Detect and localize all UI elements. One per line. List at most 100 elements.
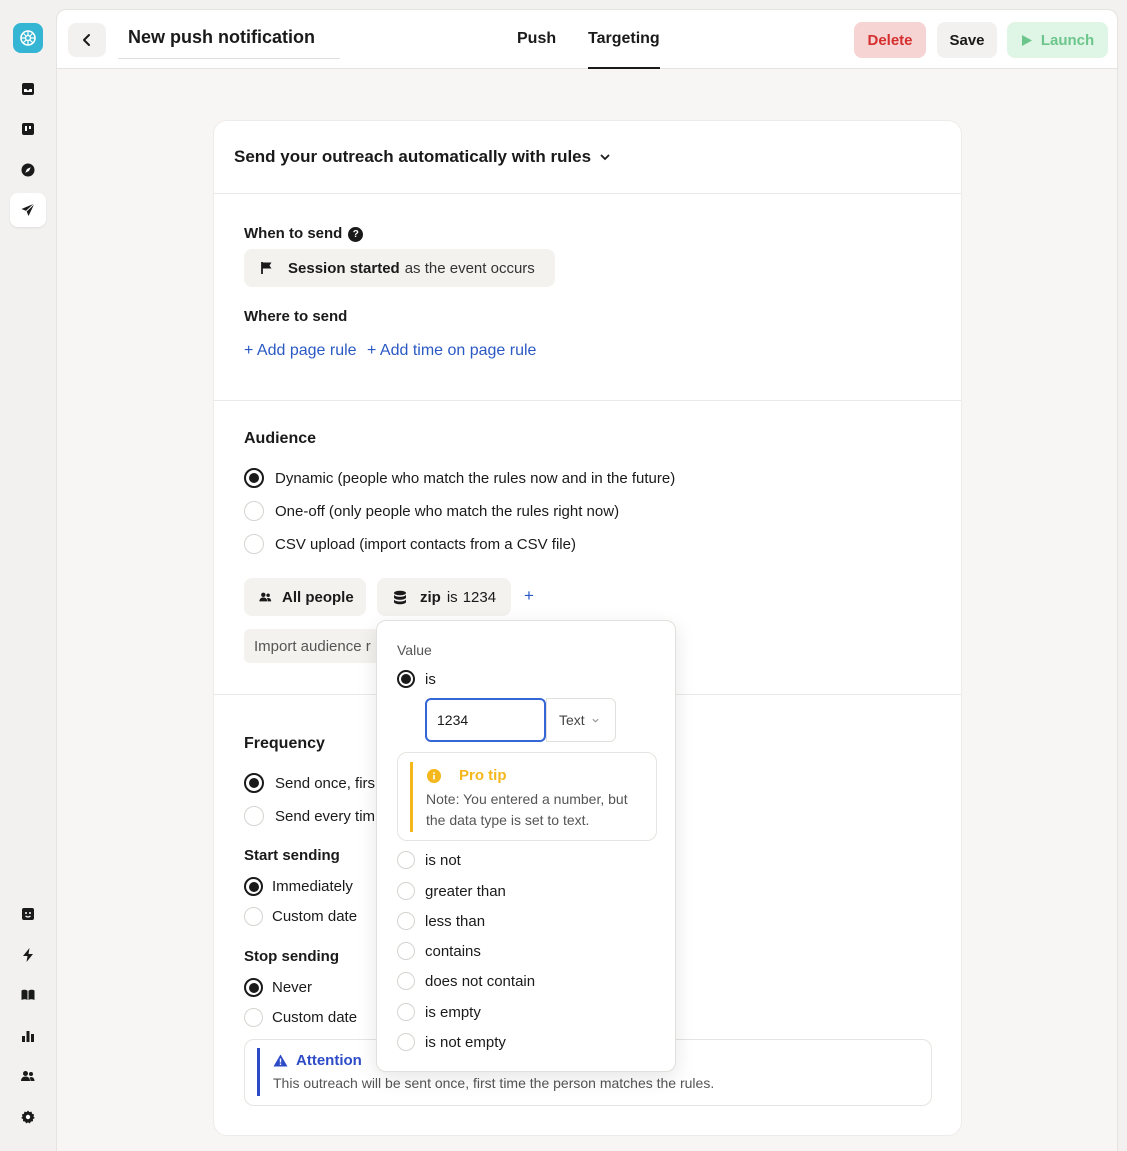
chat-icon[interactable] [10, 897, 46, 931]
audience-option-dynamic[interactable]: Dynamic (people who match the rules now … [244, 468, 675, 488]
radio-button[interactable] [397, 1033, 415, 1051]
radio-button[interactable] [244, 806, 264, 826]
zip-rule-pill[interactable]: zip is 1234 [377, 578, 511, 616]
event-trigger-pill[interactable]: Session started as the event occurs [244, 249, 555, 287]
start-sending-label: Start sending [244, 847, 340, 864]
launch-button[interactable]: Launch [1007, 22, 1108, 58]
chevron-down-icon [592, 718, 599, 723]
radio-button[interactable] [397, 912, 415, 930]
top-bar: New push notification Push Targeting Del… [57, 10, 1117, 69]
help-icon[interactable]: ? [348, 227, 364, 242]
attention-accent-bar [257, 1048, 260, 1096]
data-type-value: Text [559, 712, 585, 728]
info-icon [427, 768, 441, 783]
operator-option-contains[interactable]: contains [397, 942, 481, 960]
operator-option-is-not-empty[interactable]: is not empty [397, 1033, 506, 1051]
radio-button[interactable] [244, 468, 264, 488]
page-title[interactable]: New push notification [118, 24, 340, 50]
operator-option-greater-than[interactable]: greater than [397, 882, 506, 900]
when-to-send-label: When to send? [244, 225, 364, 242]
radio-button[interactable] [244, 1008, 263, 1027]
radio-button[interactable] [244, 907, 263, 926]
launch-label: Launch [1040, 31, 1095, 49]
radio-button[interactable] [244, 978, 263, 997]
attention-title: Attention [273, 1052, 362, 1069]
radio-button[interactable] [244, 534, 264, 554]
operator-label: is not empty [425, 1033, 506, 1051]
start-option-immediately[interactable]: Immediately [244, 877, 353, 896]
send-icon[interactable] [10, 193, 46, 227]
radio-button[interactable] [397, 851, 415, 869]
start-option-custom[interactable]: Custom date [244, 907, 357, 926]
value-input[interactable]: 1234 [425, 698, 546, 742]
play-icon [1021, 34, 1032, 46]
operator-label: is not [425, 851, 461, 869]
add-rule-button[interactable]: + [524, 586, 534, 606]
tab-targeting[interactable]: Targeting [588, 30, 660, 69]
frequency-option-every[interactable]: Send every tim [244, 806, 375, 826]
start-option-label: Custom date [272, 908, 358, 925]
delete-button[interactable]: Delete [854, 22, 926, 58]
book-icon[interactable] [10, 978, 46, 1012]
back-button[interactable] [68, 23, 106, 57]
operator-label: is empty [425, 1003, 481, 1021]
title-field[interactable]: New push notification [118, 24, 340, 59]
operator-option-does-not-contain[interactable]: does not contain [397, 972, 535, 990]
radio-button[interactable] [397, 882, 415, 900]
radio-button[interactable] [244, 501, 264, 521]
operator-label: is [425, 670, 436, 688]
audience-label: Audience [244, 430, 317, 447]
operator-option-is[interactable]: is [397, 670, 436, 688]
rules-dropdown[interactable]: Send your outreach automatically with ru… [214, 121, 961, 194]
frequency-label: Frequency [244, 735, 325, 752]
operator-option-less-than[interactable]: less than [397, 912, 485, 930]
stop-option-never[interactable]: Never [244, 978, 312, 997]
frequency-option-once[interactable]: Send once, firs [244, 773, 375, 793]
radio-button[interactable] [397, 972, 415, 990]
radio-button[interactable] [397, 942, 415, 960]
radio-button[interactable] [244, 773, 264, 793]
database-icon [394, 590, 406, 604]
chart-icon[interactable] [10, 1019, 46, 1053]
pro-tip-text: Note: You entered a number, but the data… [426, 791, 628, 828]
operator-option-is-not[interactable]: is not [397, 851, 461, 869]
bolt-icon[interactable] [10, 938, 46, 972]
stop-option-label: Never [272, 979, 313, 996]
rule-value: 1234 [462, 588, 497, 606]
tab-push[interactable]: Push [517, 30, 556, 69]
radio-button[interactable] [244, 877, 263, 896]
pro-tip-callout: Pro tip Note: You entered a number, but … [397, 752, 657, 841]
inbox-icon[interactable] [10, 72, 46, 106]
flag-icon [261, 262, 272, 274]
start-option-label: Immediately [272, 878, 353, 895]
audience-option-oneoff[interactable]: One-off (only people who match the rules… [244, 501, 619, 521]
audience-option-csv[interactable]: CSV upload (import contacts from a CSV f… [244, 534, 576, 554]
gear-icon[interactable] [10, 1100, 46, 1134]
save-button[interactable]: Save [937, 22, 997, 58]
data-type-select[interactable]: Text [546, 698, 616, 742]
audience-option-label: One-off (only people who match the rules… [275, 502, 620, 520]
chevron-down-icon [600, 154, 610, 161]
add-time-rule-link[interactable]: + Add time on page rule [367, 342, 536, 360]
rule-value-popover: Value is 1234 Text Pro tip Note: You ent… [376, 620, 676, 1072]
stop-option-custom[interactable]: Custom date [244, 1008, 357, 1027]
import-audience-button[interactable]: Import audience r [244, 629, 394, 663]
all-people-label: All people [282, 588, 354, 606]
attention-title-text: Attention [296, 1052, 362, 1069]
operator-label: greater than [425, 882, 506, 900]
logo-icon[interactable] [13, 23, 43, 53]
board-icon[interactable] [10, 112, 46, 146]
audience-option-label: Dynamic (people who match the rules now … [275, 469, 676, 487]
radio-button[interactable] [397, 1003, 415, 1021]
operator-option-is-empty[interactable]: is empty [397, 1003, 481, 1021]
event-suffix: as the event occurs [404, 259, 535, 277]
pro-tip-accent-bar [410, 762, 413, 832]
left-rail [0, 0, 56, 1151]
radio-button[interactable] [397, 670, 415, 688]
compass-icon[interactable] [10, 153, 46, 187]
all-people-filter[interactable]: All people [244, 578, 366, 616]
people-icon[interactable] [10, 1059, 46, 1093]
add-page-rule-link[interactable]: + Add page rule [244, 342, 357, 360]
attention-text: This outreach will be sent once, first t… [273, 1075, 715, 1091]
pro-tip-title-text: Pro tip [459, 767, 507, 784]
